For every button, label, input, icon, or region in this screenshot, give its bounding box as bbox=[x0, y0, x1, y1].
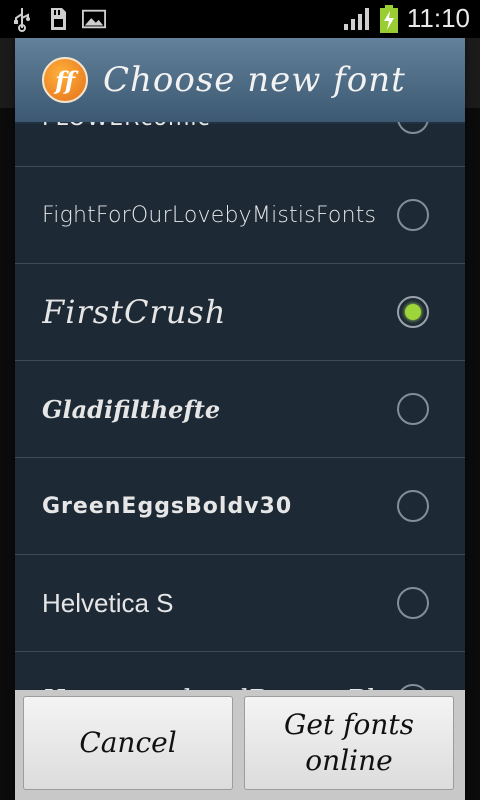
font-name: FightForOurLovebyMistisFonts bbox=[42, 203, 377, 228]
font-radio-button[interactable] bbox=[397, 587, 429, 619]
status-time: 11:10 bbox=[406, 3, 470, 33]
font-radio-button-selected[interactable] bbox=[397, 296, 429, 328]
dialog-title: Choose new font bbox=[103, 60, 406, 100]
image-icon bbox=[82, 9, 106, 29]
app-logo-text: ff bbox=[55, 65, 75, 95]
font-list-item[interactable]: FightForOurLovebyMistisFonts bbox=[15, 166, 465, 263]
font-list-item[interactable]: Helvetica S bbox=[15, 554, 465, 651]
status-bar: 11:10 bbox=[0, 0, 480, 38]
choose-font-dialog: ff Choose new font FLOWERcomic FightForO… bbox=[15, 38, 465, 800]
app-logo-icon: ff bbox=[42, 57, 88, 103]
font-radio-button[interactable] bbox=[397, 122, 429, 134]
font-name: Helvetica S bbox=[42, 588, 174, 618]
signal-icon bbox=[343, 7, 369, 30]
font-radio-button[interactable] bbox=[397, 393, 429, 425]
font-name: FirstCrush bbox=[42, 293, 227, 331]
dialog-header: ff Choose new font bbox=[15, 38, 465, 124]
font-list-item[interactable]: FLOWERcomic bbox=[15, 122, 465, 166]
font-list-item[interactable]: FirstCrush bbox=[15, 263, 465, 360]
font-name: Gladifilthefte bbox=[42, 395, 221, 424]
font-radio-button[interactable] bbox=[397, 199, 429, 231]
font-list[interactable]: FLOWERcomic FightForOurLovebyMistisFonts… bbox=[15, 122, 465, 728]
usb-icon bbox=[14, 8, 30, 32]
font-radio-button[interactable] bbox=[397, 490, 429, 522]
font-name: FLOWERcomic bbox=[42, 122, 382, 167]
sd-card-icon bbox=[51, 8, 66, 30]
font-list-item[interactable]: GreenEggsBoldv30 bbox=[15, 457, 465, 554]
dialog-button-bar: Cancel Get fonts online bbox=[15, 690, 465, 800]
get-fonts-online-button[interactable]: Get fonts online bbox=[244, 696, 454, 790]
cancel-button[interactable]: Cancel bbox=[23, 696, 233, 790]
font-name: GreenEggsBoldv30 bbox=[42, 494, 293, 519]
battery-charging-icon bbox=[379, 4, 398, 33]
font-list-item[interactable]: Gladifilthefte bbox=[15, 360, 465, 457]
